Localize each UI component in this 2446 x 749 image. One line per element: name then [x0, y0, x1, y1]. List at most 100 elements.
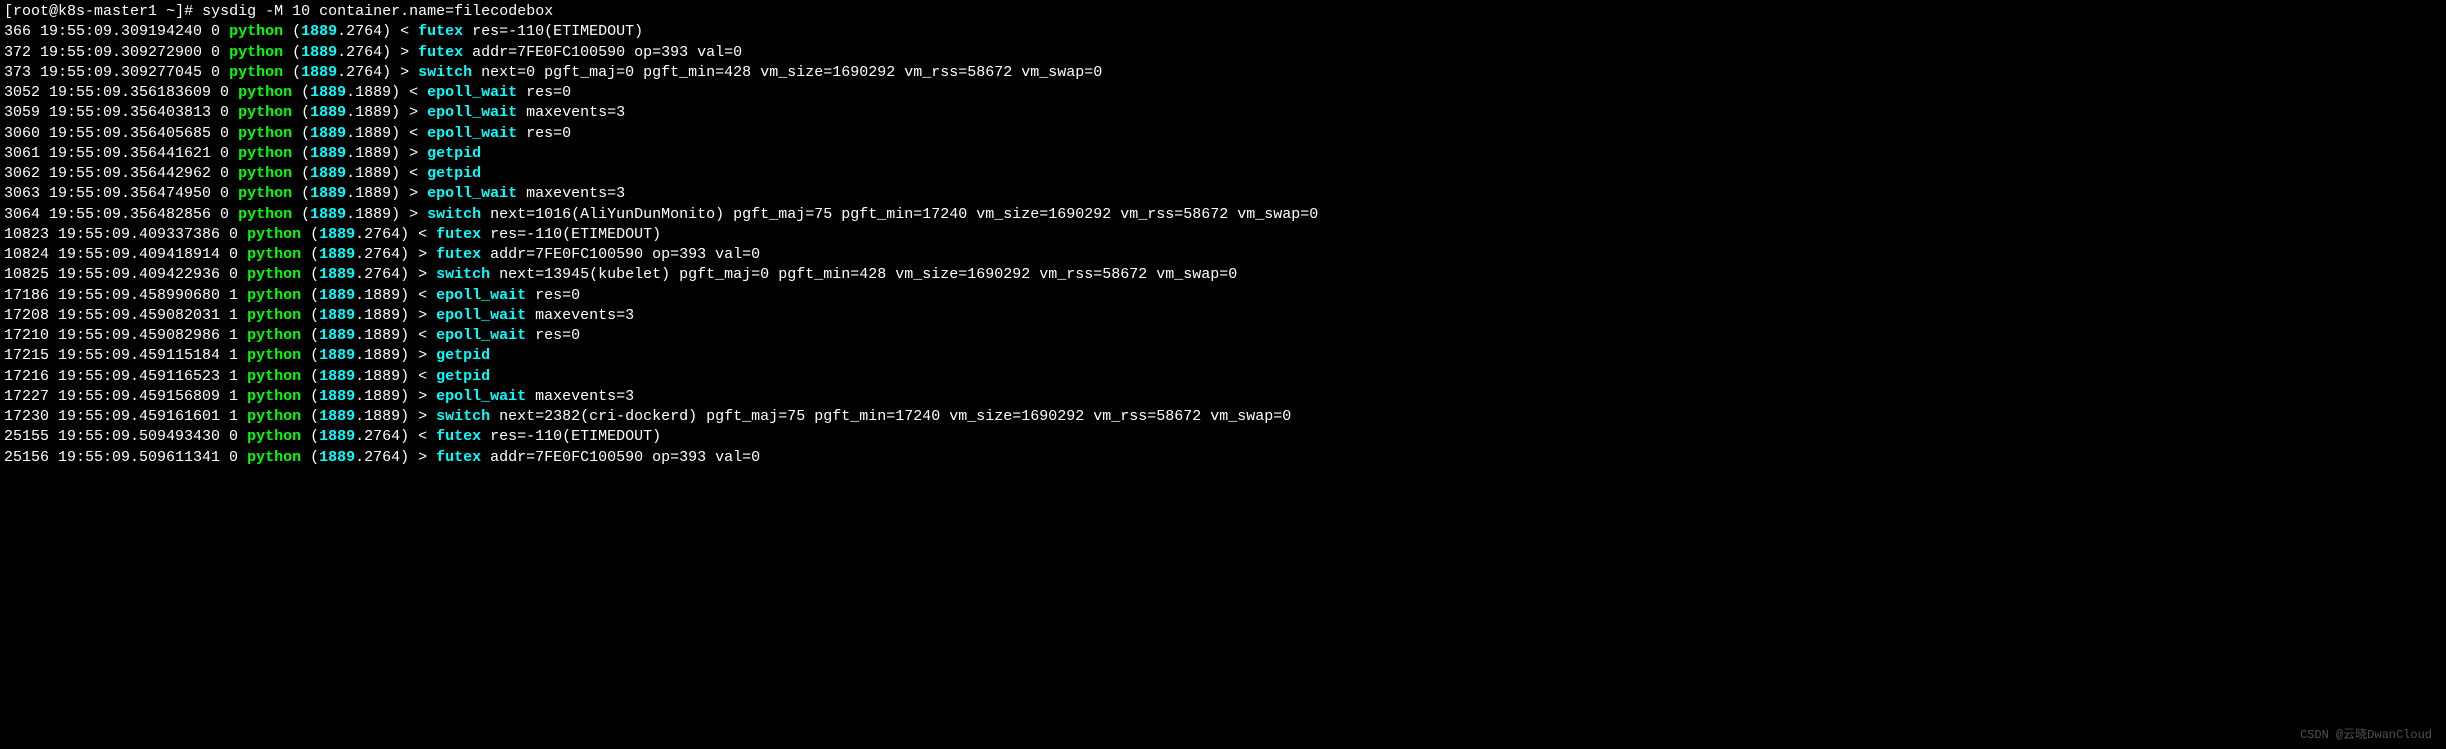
- syscall: epoll_wait: [427, 125, 517, 142]
- evt-num: 17186: [4, 287, 49, 304]
- evt-num: 10824: [4, 246, 49, 263]
- prompt-close-bracket: ]: [175, 3, 184, 20]
- tid-dir: .1889) >: [346, 104, 427, 121]
- evt-num: 3064: [4, 206, 40, 223]
- syscall-args: next=1016(AliYunDunMonito) pgft_maj=75 p…: [481, 206, 1318, 223]
- paren-open: (: [301, 347, 319, 364]
- cpu: 0: [220, 246, 247, 263]
- output-line: 3062 19:55:09.356442962 0 python (1889.1…: [4, 164, 2442, 184]
- tid-dir: .2764) >: [337, 44, 418, 61]
- evt-num: 17216: [4, 368, 49, 385]
- timestamp: 19:55:09.409418914: [49, 246, 220, 263]
- tid-dir: .2764) <: [337, 23, 418, 40]
- pid: 1889: [319, 347, 355, 364]
- prompt-host: k8s-master1: [58, 3, 157, 20]
- tid-dir: .1889) >: [346, 145, 427, 162]
- output-line: 25155 19:55:09.509493430 0 python (1889.…: [4, 427, 2442, 447]
- syscall: getpid: [427, 145, 481, 162]
- process-name: python: [247, 307, 301, 324]
- cpu: 0: [220, 449, 247, 466]
- paren-open: (: [301, 368, 319, 385]
- syscall: futex: [436, 428, 481, 445]
- syscall-args: res=0: [526, 287, 580, 304]
- tid-dir: .2764) >: [337, 64, 418, 81]
- paren-open: (: [292, 125, 310, 142]
- pid: 1889: [319, 327, 355, 344]
- syscall-args: maxevents=3: [526, 307, 634, 324]
- process-name: python: [247, 266, 301, 283]
- syscall: epoll_wait: [427, 185, 517, 202]
- process-name: python: [247, 449, 301, 466]
- command-text: sysdig -M 10 container.name=filecodebox: [202, 3, 553, 20]
- prompt-dir: ~: [166, 3, 175, 20]
- process-name: python: [238, 125, 292, 142]
- cpu: 0: [211, 104, 238, 121]
- tid-dir: .1889) <: [355, 327, 436, 344]
- evt-num: 3060: [4, 125, 40, 142]
- process-name: python: [247, 327, 301, 344]
- timestamp: 19:55:09.459082031: [49, 307, 220, 324]
- syscall-args: addr=7FE0FC100590 op=393 val=0: [481, 246, 760, 263]
- evt-num: 372: [4, 44, 31, 61]
- command-line[interactable]: [root@k8s-master1 ~]# sysdig -M 10 conta…: [4, 2, 2442, 22]
- cpu: 0: [220, 428, 247, 445]
- syscall: getpid: [427, 165, 481, 182]
- syscall-args: next=13945(kubelet) pgft_maj=0 pgft_min=…: [490, 266, 1237, 283]
- process-name: python: [229, 64, 283, 81]
- timestamp: 19:55:09.459161601: [49, 408, 220, 425]
- paren-open: (: [301, 266, 319, 283]
- evt-num: 373: [4, 64, 31, 81]
- output-line: 373 19:55:09.309277045 0 python (1889.27…: [4, 63, 2442, 83]
- tid-dir: .1889) <: [355, 368, 436, 385]
- syscall-args: res=0: [517, 84, 571, 101]
- timestamp: 19:55:09.509493430: [49, 428, 220, 445]
- process-name: python: [247, 368, 301, 385]
- cpu: 1: [220, 388, 247, 405]
- timestamp: 19:55:09.459082986: [49, 327, 220, 344]
- process-name: python: [247, 246, 301, 263]
- paren-open: (: [283, 64, 301, 81]
- pid: 1889: [301, 23, 337, 40]
- cpu: 0: [202, 23, 229, 40]
- paren-open: (: [292, 165, 310, 182]
- prompt-at: @: [49, 3, 58, 20]
- process-name: python: [238, 104, 292, 121]
- process-name: python: [229, 23, 283, 40]
- paren-open: (: [292, 145, 310, 162]
- syscall: epoll_wait: [436, 307, 526, 324]
- pid: 1889: [310, 104, 346, 121]
- pid: 1889: [319, 368, 355, 385]
- paren-open: (: [301, 388, 319, 405]
- evt-num: 366: [4, 23, 31, 40]
- paren-open: (: [301, 327, 319, 344]
- syscall: futex: [436, 449, 481, 466]
- cpu: 0: [211, 206, 238, 223]
- process-name: python: [238, 206, 292, 223]
- output-line: 25156 19:55:09.509611341 0 python (1889.…: [4, 448, 2442, 468]
- process-name: python: [247, 408, 301, 425]
- syscall-args: res=0: [526, 327, 580, 344]
- pid: 1889: [310, 165, 346, 182]
- timestamp: 19:55:09.309272900: [31, 44, 202, 61]
- tid-dir: .1889) >: [355, 307, 436, 324]
- output-line: 17210 19:55:09.459082986 1 python (1889.…: [4, 326, 2442, 346]
- pid: 1889: [319, 226, 355, 243]
- syscall-args: maxevents=3: [517, 104, 625, 121]
- output-line: 3059 19:55:09.356403813 0 python (1889.1…: [4, 103, 2442, 123]
- output-line: 3063 19:55:09.356474950 0 python (1889.1…: [4, 184, 2442, 204]
- syscall: futex: [436, 246, 481, 263]
- output-line: 372 19:55:09.309272900 0 python (1889.27…: [4, 43, 2442, 63]
- evt-num: 3052: [4, 84, 40, 101]
- process-name: python: [247, 287, 301, 304]
- timestamp: 19:55:09.459156809: [49, 388, 220, 405]
- timestamp: 19:55:09.356482856: [40, 206, 211, 223]
- tid-dir: .2764) <: [355, 428, 436, 445]
- evt-num: 3063: [4, 185, 40, 202]
- syscall-args: next=0 pgft_maj=0 pgft_min=428 vm_size=1…: [472, 64, 1102, 81]
- paren-open: (: [292, 206, 310, 223]
- evt-num: 10825: [4, 266, 49, 283]
- process-name: python: [247, 226, 301, 243]
- paren-open: (: [292, 185, 310, 202]
- process-name: python: [238, 145, 292, 162]
- cpu: 1: [220, 347, 247, 364]
